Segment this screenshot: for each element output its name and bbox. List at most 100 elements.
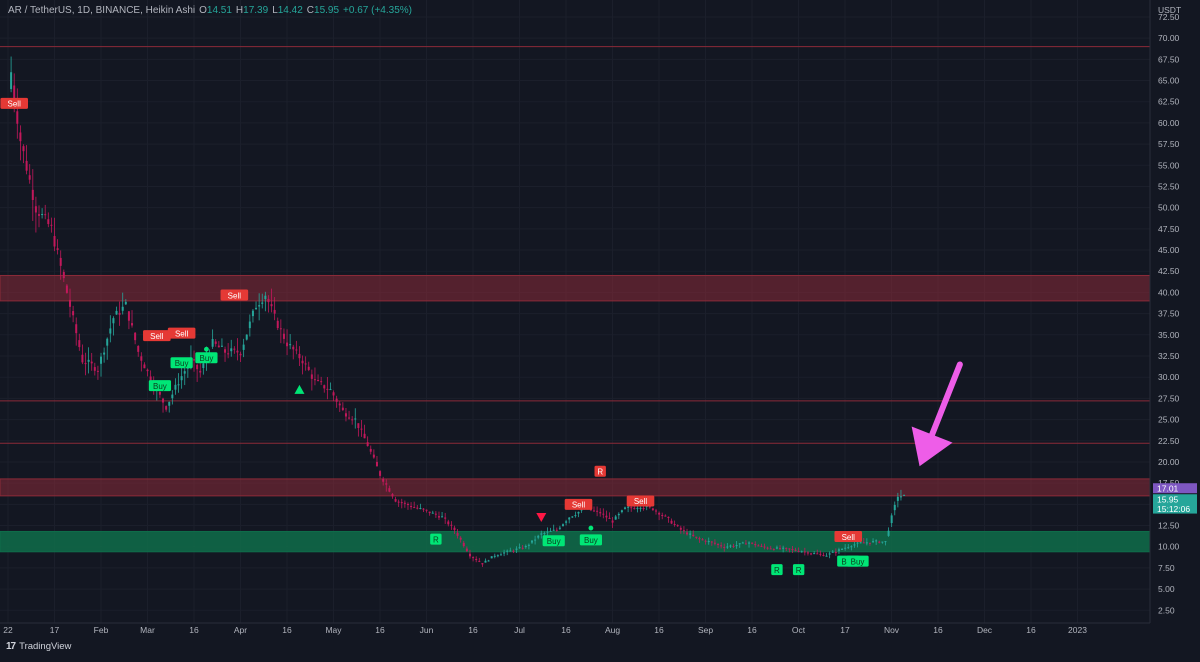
- candle-body: [462, 542, 465, 547]
- candle-body: [31, 189, 34, 201]
- candle-body: [686, 532, 689, 535]
- price-tick-label: 12.50: [1158, 521, 1180, 531]
- candle-body: [658, 512, 661, 515]
- price-tick-label: 22.50: [1158, 436, 1180, 446]
- price-chart[interactable]: Sell Sell Sell Sell Sell Sell Sell Buy Buy Buy Buy…: [0, 0, 1200, 657]
- low-value: 14.42: [277, 5, 303, 16]
- candle-body: [348, 417, 351, 419]
- signal-label-text: Buy: [851, 557, 865, 566]
- candle-body: [754, 544, 757, 546]
- candle-body: [844, 547, 847, 549]
- candle-body: [521, 547, 524, 549]
- candle-body: [81, 354, 84, 363]
- candle-body: [425, 509, 428, 511]
- price-tick-label: 20.00: [1158, 457, 1180, 467]
- candle-body: [614, 516, 617, 520]
- signal-label-text: R: [796, 566, 802, 575]
- signal-label-text: Buy: [584, 536, 598, 545]
- candle-body: [472, 557, 475, 559]
- candle-body: [847, 547, 850, 549]
- candle-body: [158, 391, 161, 395]
- symbol-legend[interactable]: AR / TetherUS, 1D, BINANCE, Heikin Ashi …: [8, 5, 412, 16]
- tradingview-logo[interactable]: 17 TradingView: [6, 641, 71, 652]
- candle-body: [96, 370, 99, 372]
- candle-body: [410, 505, 413, 507]
- candle-body: [224, 349, 227, 353]
- signal-label-text: Sell: [228, 291, 242, 300]
- candle-body: [695, 536, 698, 538]
- candle-body: [757, 545, 760, 547]
- candle-body: [682, 530, 685, 532]
- candle-body: [202, 363, 205, 369]
- candle-body: [562, 524, 564, 526]
- candle-body: [419, 508, 422, 510]
- candle-body: [162, 398, 165, 403]
- candle-body: [530, 540, 533, 543]
- time-tick-label: 16: [933, 625, 943, 635]
- candle-body: [512, 550, 515, 552]
- buy-signal-label: Buy: [579, 534, 603, 546]
- buy-signal-label: Buy: [170, 357, 193, 369]
- candle-body: [546, 531, 549, 533]
- candle-body: [887, 530, 890, 536]
- candle-body: [38, 214, 41, 216]
- candle-body: [748, 542, 751, 544]
- candle-body: [484, 560, 487, 563]
- candle-body: [16, 111, 19, 124]
- candle-body: [788, 548, 791, 550]
- candle-body: [121, 306, 124, 311]
- candle-body: [276, 320, 279, 329]
- candle-body: [338, 403, 341, 406]
- price-tick-label: 10.00: [1158, 542, 1180, 552]
- candle-body: [593, 510, 596, 512]
- candle-body: [236, 350, 239, 353]
- chart-area[interactable]: Sell Sell Sell Sell Sell Sell Sell Buy Buy Buy Buy…: [0, 0, 1200, 657]
- candle-body: [881, 541, 884, 543]
- sell-signal-label: Sell: [564, 498, 593, 510]
- candle-body: [710, 541, 713, 543]
- price-tick-label: 5.00: [1158, 584, 1175, 594]
- candle-body: [78, 340, 81, 348]
- candle-body: [431, 512, 434, 514]
- signal-label-text: Sell: [572, 501, 586, 510]
- candle-body: [400, 502, 403, 504]
- candle-body: [366, 442, 369, 447]
- r-signal-label: R: [594, 465, 606, 477]
- time-tick-label: 16: [189, 625, 199, 635]
- candle-body: [599, 512, 602, 514]
- signal-label-text: R: [774, 566, 780, 575]
- candle-body: [655, 510, 658, 512]
- candle-body: [137, 346, 140, 352]
- candle-body: [620, 510, 623, 513]
- candle-body: [527, 544, 530, 546]
- open-value: 14.51: [206, 5, 232, 16]
- candle-body: [568, 517, 571, 520]
- price-tick-label: 35.00: [1158, 330, 1180, 340]
- time-tick-label: Mar: [140, 625, 155, 635]
- candle-body: [540, 533, 543, 535]
- candle-body: [289, 344, 292, 346]
- candle-body: [227, 353, 230, 355]
- candle-body: [518, 547, 521, 549]
- candle-body: [624, 507, 627, 509]
- candle-body: [335, 398, 338, 402]
- candle-body: [239, 353, 242, 356]
- candle-body: [617, 513, 620, 516]
- candle-body: [56, 248, 59, 250]
- candle-body: [456, 532, 459, 536]
- candle-body: [565, 521, 568, 523]
- symbol-label[interactable]: AR / TetherUS, 1D, BINANCE, Heikin Ashi: [8, 5, 195, 16]
- price-tick-label: 32.50: [1158, 351, 1180, 361]
- candle-body: [447, 521, 450, 525]
- candle-body: [732, 545, 735, 547]
- price-tag: 17.01: [1153, 483, 1197, 494]
- candle-body: [903, 494, 906, 496]
- candle-body: [704, 540, 707, 542]
- red-zone: [0, 274, 1151, 302]
- price-tick-label: 2.50: [1158, 605, 1175, 615]
- candle-body: [385, 483, 388, 485]
- candle-body: [341, 407, 344, 411]
- candle-body: [193, 359, 196, 361]
- candle-body: [298, 353, 301, 359]
- candle-body: [813, 553, 816, 555]
